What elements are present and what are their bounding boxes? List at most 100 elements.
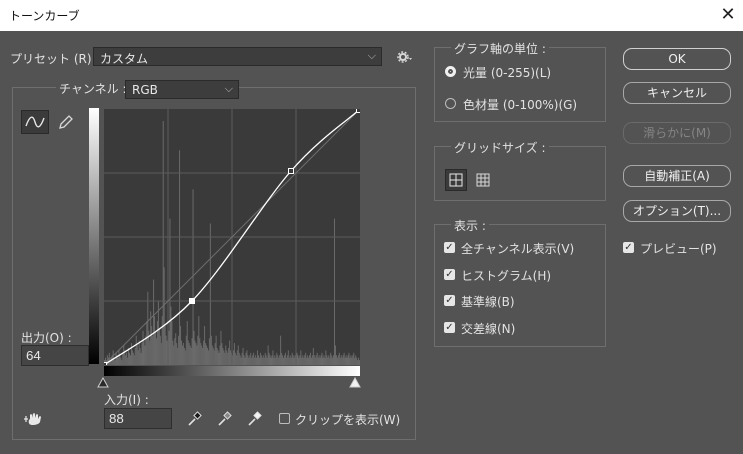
histogram-bar <box>248 357 250 365</box>
histogram-bar <box>130 343 132 365</box>
histogram-bar <box>144 345 146 365</box>
gear-icon[interactable] <box>397 50 413 64</box>
histogram-bar <box>277 355 279 365</box>
histogram-bar <box>346 357 348 365</box>
histogram-bar <box>201 345 203 365</box>
intersection-line-checkbox[interactable]: ✓ <box>444 322 455 333</box>
histogram-bar <box>245 352 247 365</box>
histogram-bar <box>217 350 219 365</box>
histogram-bar <box>350 355 352 365</box>
curve-graph[interactable] <box>104 109 360 365</box>
grid-detailed-button[interactable] <box>473 170 493 190</box>
curve-point-selected[interactable] <box>189 298 195 304</box>
histogram-bar <box>325 350 327 365</box>
curve-point-icon <box>25 116 45 128</box>
gray-eyedropper-icon[interactable] <box>216 410 234 428</box>
histogram-bar <box>180 340 182 365</box>
grid-4-icon <box>449 173 463 187</box>
preset-value: カスタム <box>100 52 149 66</box>
histogram-bar <box>171 321 173 365</box>
histogram-bar <box>180 325 182 365</box>
histogram-bar <box>270 357 272 365</box>
histogram-bar <box>129 355 131 365</box>
ok-button[interactable]: OK <box>623 48 731 70</box>
histogram-bar <box>192 189 194 365</box>
preview-label: プレビュー(P) <box>640 242 717 256</box>
histogram-bar <box>288 357 290 365</box>
output-gradient-bar <box>89 108 99 364</box>
histogram-bar <box>179 150 181 365</box>
histogram-bar <box>322 357 324 365</box>
white-eyedropper-icon[interactable] <box>246 410 264 428</box>
targeted-adjustment-hand-icon[interactable] <box>24 410 46 428</box>
smooth-button[interactable]: 滑らかに(M) <box>623 122 731 144</box>
histogram-bar <box>254 357 256 365</box>
histogram-bar <box>284 352 286 365</box>
radio-light[interactable] <box>445 66 456 77</box>
histogram-bar <box>122 352 124 365</box>
baseline-checkbox[interactable]: ✓ <box>444 295 455 306</box>
histogram-bar <box>272 350 274 365</box>
histogram-bar <box>131 350 133 365</box>
histogram-bar <box>339 357 341 365</box>
histogram-bar <box>187 340 189 365</box>
histogram-bar <box>224 352 226 365</box>
histogram-bar <box>190 347 192 365</box>
histogram-bar <box>250 352 252 365</box>
options-button[interactable]: オプション(T)... <box>623 200 731 222</box>
grid-10-icon <box>476 173 490 187</box>
cancel-button[interactable]: キャンセル <box>623 82 731 104</box>
channel-dropdown[interactable]: RGB ⌵ <box>125 80 239 99</box>
histogram-bar <box>255 355 257 365</box>
histogram-checkbox[interactable]: ✓ <box>444 269 455 280</box>
histogram-bar <box>172 340 174 365</box>
histogram-bar <box>318 355 320 365</box>
auto-button[interactable]: 自動補正(A) <box>623 165 731 187</box>
curve-point[interactable] <box>356 109 361 113</box>
histogram-bar <box>298 357 300 365</box>
histogram-bar <box>147 291 149 365</box>
grid-simple-button[interactable] <box>445 169 467 191</box>
output-field[interactable] <box>21 345 89 366</box>
histogram-bar <box>222 347 224 365</box>
histogram-bar <box>173 345 175 365</box>
histogram-bar <box>300 350 302 365</box>
black-eyedropper-icon[interactable] <box>186 410 204 428</box>
input-field[interactable] <box>104 408 172 429</box>
close-icon[interactable]: ✕ <box>713 0 743 31</box>
histogram-bar <box>341 357 343 365</box>
preview-checkbox[interactable]: ✓ <box>623 242 634 253</box>
histogram-bar <box>244 357 246 365</box>
histogram-bar <box>188 343 190 365</box>
histogram-bar <box>223 350 225 365</box>
radio-pigment[interactable] <box>445 98 456 109</box>
histogram-bar <box>143 340 145 365</box>
histogram-bar <box>227 352 229 365</box>
window-title: トーンカーブ <box>9 9 80 23</box>
histogram-bar <box>146 321 148 365</box>
histogram-bar <box>209 223 211 365</box>
histogram-bar <box>309 352 311 365</box>
histogram-bar <box>214 343 216 365</box>
histogram-bar <box>139 347 141 365</box>
histogram-bar <box>321 352 323 365</box>
histogram-bar <box>218 352 220 365</box>
histogram-bar <box>176 343 178 365</box>
histogram-bar <box>251 357 253 365</box>
show-all-channels-checkbox[interactable]: ✓ <box>444 242 455 253</box>
curve-point[interactable] <box>288 168 294 174</box>
histogram-bar <box>246 350 248 365</box>
histogram-bar <box>314 357 316 365</box>
histogram-bar <box>351 357 353 365</box>
histogram-bar <box>337 355 339 365</box>
histogram-bar <box>306 357 308 365</box>
curve-point[interactable] <box>104 362 107 366</box>
black-point-slider[interactable] <box>97 376 109 389</box>
pencil-icon[interactable] <box>56 112 76 132</box>
white-point-slider[interactable] <box>349 376 361 389</box>
preset-dropdown[interactable]: カスタム ⌵ <box>93 47 382 66</box>
curve-tool-button[interactable] <box>21 110 49 134</box>
clip-checkbox[interactable] <box>279 413 290 424</box>
histogram-bar <box>302 355 304 365</box>
histogram-bar <box>203 340 205 365</box>
